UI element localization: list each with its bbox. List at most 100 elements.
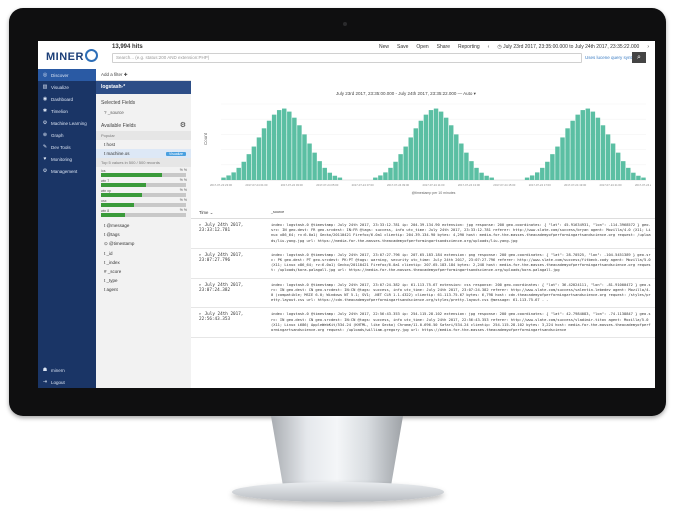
histogram-bar[interactable] [605, 134, 611, 180]
histogram-bar[interactable] [302, 134, 307, 180]
histogram-bar[interactable] [322, 167, 327, 180]
histogram-bar[interactable] [287, 111, 292, 180]
menu-item-4[interactable]: Reporting [458, 44, 480, 50]
histogram-bar[interactable] [621, 161, 626, 180]
sidebar-item-timelion[interactable]: ✱ Timelion [38, 105, 96, 117]
histogram-bar[interactable] [438, 111, 444, 180]
field-item[interactable]: ⊙ @timestamp [96, 239, 191, 249]
sidebar-item-management[interactable]: ⚙ Management [38, 165, 96, 177]
sidebar-item-discover[interactable]: ◎ Discover [38, 69, 96, 81]
histogram-bar[interactable] [479, 172, 484, 180]
histogram-bar[interactable] [534, 172, 540, 180]
histogram-bar[interactable] [443, 117, 449, 180]
menu-item-3[interactable]: Share [437, 44, 450, 50]
histogram-bar[interactable] [246, 154, 252, 180]
sidebar-item-logout[interactable]: ⇥ Logout [38, 376, 96, 388]
add-filter-button[interactable]: Add a filter ✚ [96, 69, 191, 81]
histogram-bar[interactable] [276, 110, 282, 180]
histogram-bar[interactable] [393, 161, 398, 180]
histogram-bar[interactable] [398, 154, 403, 180]
histogram-bar[interactable] [454, 134, 459, 180]
histogram-bar[interactable] [590, 111, 596, 180]
histogram-bar[interactable] [565, 128, 570, 180]
histogram-bar[interactable] [236, 167, 241, 180]
histogram-bar[interactable] [474, 167, 479, 180]
top-value-track[interactable]: % % [101, 208, 187, 217]
menu-item-0[interactable]: New [379, 44, 389, 50]
field-item[interactable]: t _id [96, 249, 191, 258]
histogram-bar[interactable] [489, 177, 494, 180]
sidebar-item-dev-tools[interactable]: ✎ Dev Tools [38, 141, 96, 153]
histogram-bar[interactable] [408, 137, 413, 180]
histogram-bar[interactable] [464, 152, 469, 180]
histogram-bar[interactable] [615, 152, 621, 180]
time-column-header[interactable]: Time ⌄ [191, 210, 271, 216]
histogram-bar[interactable] [413, 128, 419, 180]
menu-item-7[interactable]: › [647, 44, 649, 50]
histogram-bar[interactable] [292, 117, 297, 180]
sidebar-item-machine-learning[interactable]: ⚙ Machine Learning [38, 117, 96, 129]
histogram-bar[interactable] [550, 154, 555, 180]
histogram-bar[interactable] [433, 108, 439, 180]
histogram-bar[interactable] [484, 175, 489, 180]
row-time[interactable]: ▸ July 24th 2017, 22:56:43.353 [191, 312, 271, 333]
histogram-bar[interactable] [631, 172, 636, 180]
histogram-bar[interactable] [226, 175, 231, 180]
field-item[interactable]: # _score [96, 267, 191, 276]
histogram-bar[interactable] [383, 172, 388, 180]
menu-item-5[interactable]: ‹ [488, 44, 490, 50]
histogram-bar[interactable] [327, 172, 333, 180]
field-host[interactable]: t host [96, 140, 191, 149]
histogram-bar[interactable] [337, 177, 343, 180]
histogram-bar[interactable] [373, 177, 378, 180]
selected-field-source[interactable]: ? _source [96, 108, 191, 117]
histogram-bar[interactable] [251, 146, 257, 180]
histogram-bar[interactable] [271, 114, 277, 180]
histogram-bar[interactable] [560, 137, 565, 180]
histogram-bar[interactable] [524, 177, 530, 180]
histogram-bar[interactable] [418, 120, 424, 180]
row-time[interactable]: ▸ July 24th 2017, 23:33:12.781 [191, 223, 271, 244]
histogram-bar[interactable] [241, 161, 246, 180]
menu-item-6[interactable]: ◷ July 23rd 2017, 23:35:00.000 to July 2… [497, 44, 639, 50]
histogram-bar[interactable] [423, 114, 429, 180]
histogram-chart[interactable]: Count 2017-07-23 23:00 2017-07-24 01:00 201… [201, 100, 651, 200]
histogram-bar[interactable] [595, 117, 601, 180]
histogram-bar[interactable] [231, 172, 236, 180]
row-time[interactable]: ▸ July 24th 2017, 23:07:27.796 [191, 253, 271, 274]
table-row[interactable]: ▸ July 24th 2017, 22:56:43.353 index: logs… [191, 308, 655, 339]
histogram-bar[interactable] [332, 175, 338, 180]
histogram-bar[interactable] [600, 125, 606, 180]
histogram-bar[interactable] [540, 167, 545, 180]
sidebar-item-monitoring[interactable]: ♥ Monitoring [38, 153, 96, 165]
top-value-track[interactable]: % % [101, 188, 187, 197]
table-row[interactable]: ▸ July 24th 2017, 23:33:12.781 index: logs… [191, 219, 655, 249]
sidebar-item-graph[interactable]: ⊛ Graph [38, 129, 96, 141]
histogram-bar[interactable] [388, 167, 393, 180]
histogram-bar[interactable] [641, 177, 646, 180]
histogram-bar[interactable] [297, 125, 302, 180]
histogram-bar[interactable] [626, 167, 631, 180]
top-value-track[interactable]: % % [101, 178, 187, 187]
histogram-bar[interactable] [261, 128, 267, 180]
histogram-bar[interactable] [317, 161, 322, 180]
histogram-bar[interactable] [469, 161, 474, 180]
sidebar-item-visualize[interactable]: ▥ Visualize [38, 81, 96, 93]
table-row[interactable]: ▸ July 24th 2017, 23:07:27.796 index: logs… [191, 249, 655, 279]
top-value-track[interactable]: % % [101, 198, 187, 207]
visualize-button[interactable]: Visualize [166, 151, 186, 156]
histogram-bar[interactable] [585, 108, 591, 180]
histogram-bar[interactable] [610, 143, 616, 180]
app-logo[interactable]: MINER [46, 49, 98, 63]
histogram-bar[interactable] [459, 143, 464, 180]
histogram-bar[interactable] [529, 175, 535, 180]
time-range-label[interactable]: July 23rd 2017, 23:35:00.000 - July 24th… [336, 91, 476, 97]
histogram-bar[interactable] [448, 125, 454, 180]
field-item[interactable]: t agent [96, 285, 191, 294]
histogram-bar[interactable] [555, 146, 560, 180]
histogram-bar[interactable] [580, 110, 585, 180]
histogram-bar[interactable] [428, 110, 434, 180]
histogram-bar[interactable] [282, 108, 287, 180]
histogram-bar[interactable] [312, 152, 317, 180]
settings-icon[interactable]: ⚙ [180, 122, 186, 129]
